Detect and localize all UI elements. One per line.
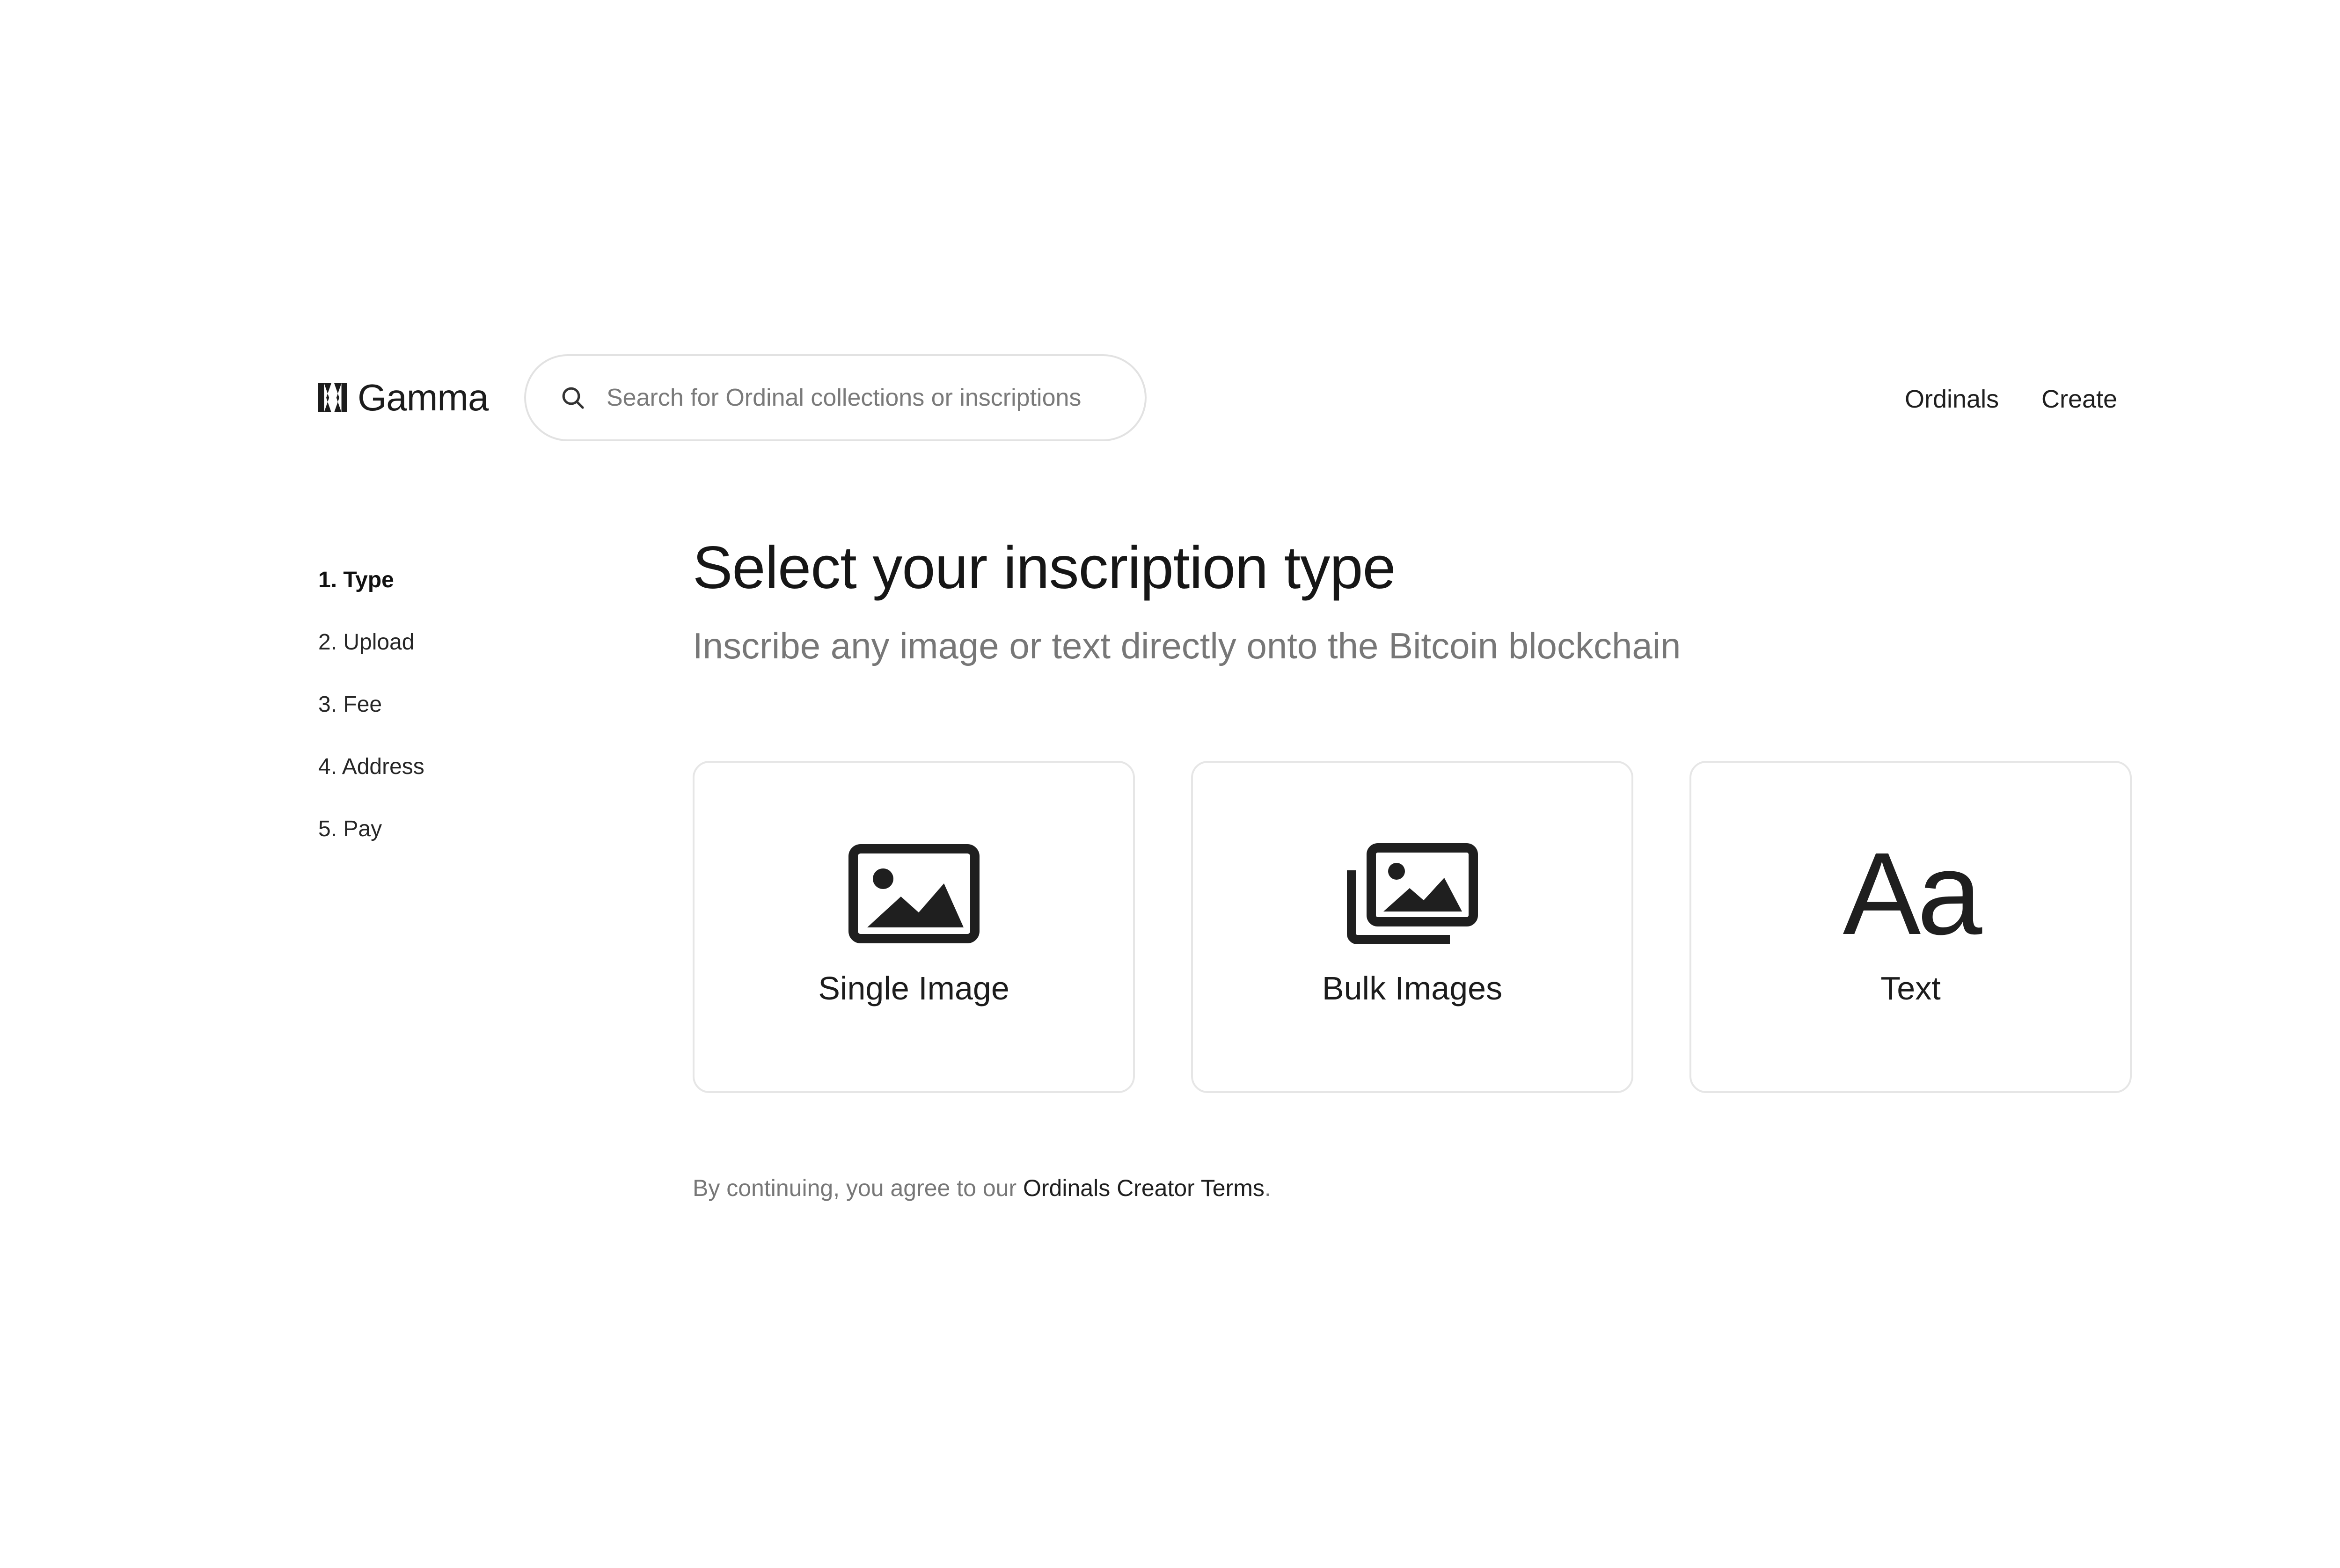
- page-subtitle: Inscribe any image or text directly onto…: [693, 625, 1681, 666]
- images-stack-icon: [1346, 843, 1478, 944]
- step-upload[interactable]: 2. Upload: [318, 623, 424, 685]
- step-list: 1. Type 2. Upload 3. Fee 4. Address 5. P…: [318, 561, 424, 872]
- bulk-images-card[interactable]: Bulk Images: [1191, 761, 1633, 1093]
- gamma-logo[interactable]: Gamma: [318, 374, 489, 421]
- single-image-label: Single Image: [818, 970, 1009, 1006]
- step-pay[interactable]: 5. Pay: [318, 810, 424, 872]
- search-input[interactable]: [607, 384, 1121, 412]
- search-bar[interactable]: [524, 354, 1147, 441]
- terms-prefix: By continuing, you agree to our: [693, 1175, 1024, 1201]
- terms-suffix: .: [1264, 1175, 1271, 1201]
- gamma-logo-icon: [318, 383, 347, 412]
- search-icon: [560, 385, 586, 411]
- nav-ordinals[interactable]: Ordinals: [1905, 378, 1999, 420]
- single-image-card[interactable]: Single Image: [693, 761, 1135, 1093]
- bulk-images-label: Bulk Images: [1322, 970, 1503, 1006]
- step-address[interactable]: 4. Address: [318, 747, 424, 810]
- text-aa-glyph: Aa: [1843, 828, 1982, 959]
- creator-terms-link[interactable]: Ordinals Creator Terms: [1023, 1175, 1265, 1201]
- nav-create[interactable]: Create: [2041, 378, 2117, 420]
- terms-notice: By continuing, you agree to our Ordinals…: [693, 1174, 1271, 1202]
- step-fee[interactable]: 3. Fee: [318, 685, 424, 747]
- text-aa-icon: Aa: [1843, 828, 1982, 959]
- text-card[interactable]: Aa Text: [1689, 761, 2132, 1093]
- text-label: Text: [1880, 970, 1941, 1006]
- page-title: Select your inscription type: [693, 534, 1396, 601]
- inscription-type-cards: Single Image Bulk Images Aa Text: [693, 761, 2132, 1093]
- step-type[interactable]: 1. Type: [318, 561, 424, 623]
- image-icon: [848, 843, 980, 944]
- logo-text: Gamma: [358, 377, 489, 418]
